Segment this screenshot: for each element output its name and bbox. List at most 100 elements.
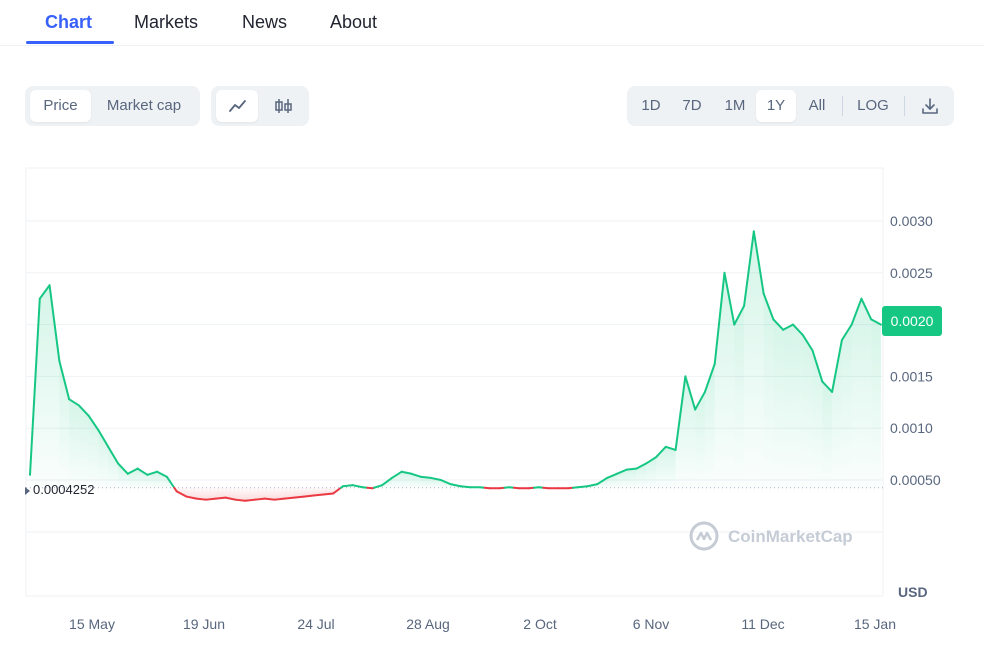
x-tick-label: 24 Jul <box>297 616 334 632</box>
x-tick-label: 2 Oct <box>523 616 557 632</box>
area-fill-up <box>841 324 852 488</box>
y-tick-label: 0.0015 <box>890 368 933 384</box>
price-line-up-segment <box>576 485 589 489</box>
data-point <box>293 497 295 499</box>
x-tick-label: 11 Dec <box>741 616 784 632</box>
reference-price-label: 0.0004252 <box>33 482 95 497</box>
data-point <box>117 462 119 464</box>
data-point <box>596 483 598 485</box>
data-point <box>234 499 236 501</box>
data-point <box>469 486 471 488</box>
area-fill-up <box>724 272 735 488</box>
area-fill-down <box>235 487 246 501</box>
data-point <box>518 487 520 489</box>
data-point <box>39 298 41 300</box>
data-point <box>743 305 745 307</box>
coinmarketcap-logo-icon <box>689 521 719 551</box>
price-line-down-segment <box>322 492 335 496</box>
area-fill-up <box>753 231 764 488</box>
data-point <box>137 468 139 470</box>
data-point <box>508 486 510 488</box>
data-point <box>381 484 383 486</box>
data-point <box>753 230 755 232</box>
data-point <box>205 499 207 501</box>
data-point <box>127 473 129 475</box>
y-tick-label: 0.00050 <box>890 472 941 488</box>
watermark-text: CoinMarketCap <box>728 527 853 546</box>
x-tick-label: 6 Nov <box>633 616 670 632</box>
price-line-down-segment <box>205 497 217 501</box>
data-point <box>704 391 706 393</box>
area-fill-up <box>704 363 715 488</box>
data-point <box>166 476 168 478</box>
price-chart[interactable]: 0.00050 0.0010 0.0015 0.0020 0.0025 0.0030 15 … <box>0 0 984 648</box>
data-point <box>782 329 784 331</box>
data-point <box>606 477 608 479</box>
x-tick-label: 15 May <box>69 616 115 632</box>
data-point <box>479 486 481 488</box>
data-point <box>430 477 432 479</box>
price-line-down-segment <box>214 496 227 500</box>
price-line-down-segment <box>253 497 266 501</box>
data-point <box>156 471 158 473</box>
area-fill-up <box>108 446 119 488</box>
watermark: CoinMarketCap <box>688 520 853 552</box>
data-point <box>420 476 422 478</box>
data-point <box>831 391 833 393</box>
data-point <box>723 272 725 274</box>
data-point <box>146 474 148 476</box>
price-line-up-segment <box>459 485 472 489</box>
data-point <box>303 496 305 498</box>
x-tick-label: 15 Jan <box>854 616 896 632</box>
price-line-down-segment <box>263 497 276 501</box>
data-point <box>29 474 31 476</box>
data-point <box>459 485 461 487</box>
data-point <box>274 499 276 501</box>
data-point <box>342 485 344 487</box>
y-tick-label: 0.0025 <box>890 265 933 281</box>
area-fill-up <box>734 305 745 488</box>
price-line-down-segment <box>195 497 208 501</box>
data-point <box>195 498 197 500</box>
data-point <box>665 446 667 448</box>
data-point <box>655 456 657 458</box>
price-line-up-segment <box>342 484 354 488</box>
data-point <box>176 490 178 492</box>
data-point <box>860 298 862 300</box>
area-fill-up <box>69 399 79 488</box>
area-fill-up <box>822 381 833 488</box>
data-point <box>772 318 774 320</box>
data-point <box>254 499 256 501</box>
data-point <box>851 324 853 326</box>
area-fill-up <box>783 324 793 488</box>
data-point <box>78 404 80 406</box>
price-line-down-segment <box>244 498 256 502</box>
area-fill-up <box>78 405 89 488</box>
data-point <box>58 360 60 362</box>
price-line-down-segment <box>273 497 286 501</box>
data-point <box>322 494 324 496</box>
data-point <box>313 495 315 497</box>
data-point <box>547 487 549 489</box>
data-point <box>714 363 716 365</box>
data-point <box>244 500 246 502</box>
data-point <box>107 446 109 448</box>
data-point <box>489 487 491 489</box>
data-point <box>733 324 735 326</box>
chart-panel: Chart Markets News About Price Market ca… <box>0 0 984 648</box>
area-fill-up <box>802 334 813 488</box>
y-tick-label: 0.0030 <box>890 213 933 229</box>
data-point <box>371 487 373 489</box>
data-point <box>440 479 442 481</box>
data-point <box>352 484 354 486</box>
data-point <box>821 381 823 383</box>
data-point <box>577 486 579 488</box>
data-point <box>97 429 99 431</box>
data-point <box>362 486 364 488</box>
data-point <box>538 486 540 488</box>
data-point <box>283 498 285 500</box>
data-point <box>587 485 589 487</box>
data-point <box>567 487 569 489</box>
data-point <box>763 293 765 295</box>
area-fill-up <box>763 293 774 488</box>
